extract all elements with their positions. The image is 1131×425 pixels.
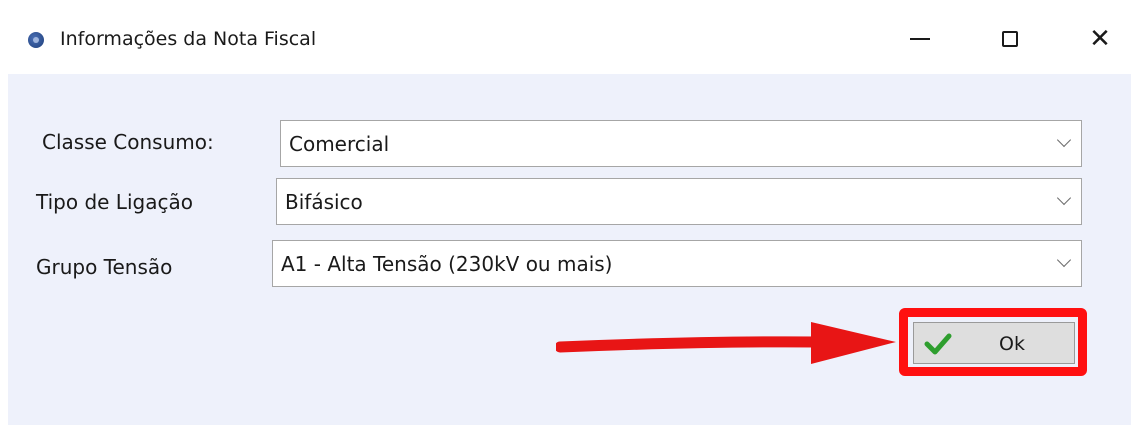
grupo-tensao-value: A1 - Alta Tensão (230kV ou mais): [281, 252, 613, 276]
maximize-button[interactable]: [988, 22, 1032, 56]
classe-consumo-label: Classe Consumo:: [42, 130, 214, 154]
classe-consumo-value: Comercial: [289, 132, 390, 156]
tipo-ligacao-value: Bifásico: [285, 190, 363, 214]
close-icon: ✕: [1089, 24, 1111, 54]
maximize-icon: [1002, 31, 1018, 47]
app-icon: [28, 32, 44, 48]
grupo-tensao-label: Grupo Tensão: [36, 255, 173, 279]
close-button[interactable]: ✕: [1078, 22, 1122, 56]
chevron-down-icon: [1056, 190, 1072, 206]
dialog-window: Informações da Nota Fiscal ✕ Classe Cons…: [8, 8, 1131, 425]
tipo-ligacao-select[interactable]: Bifásico: [276, 178, 1082, 225]
tipo-ligacao-label: Tipo de Ligação: [36, 190, 193, 214]
minimize-button[interactable]: [898, 22, 942, 56]
grupo-tensao-select[interactable]: A1 - Alta Tensão (230kV ou mais): [272, 240, 1082, 287]
classe-consumo-select[interactable]: Comercial: [280, 120, 1082, 167]
title-bar[interactable]: Informações da Nota Fiscal ✕: [8, 8, 1131, 74]
chevron-down-icon: [1056, 132, 1072, 148]
checkmark-icon: [924, 333, 952, 355]
ok-button[interactable]: Ok: [913, 322, 1075, 364]
annotation-arrow-icon: [556, 322, 896, 364]
chevron-down-icon: [1056, 252, 1072, 268]
window-title: Informações da Nota Fiscal: [60, 28, 317, 50]
ok-button-label: Ok: [999, 333, 1025, 355]
minimize-icon: [910, 38, 930, 40]
